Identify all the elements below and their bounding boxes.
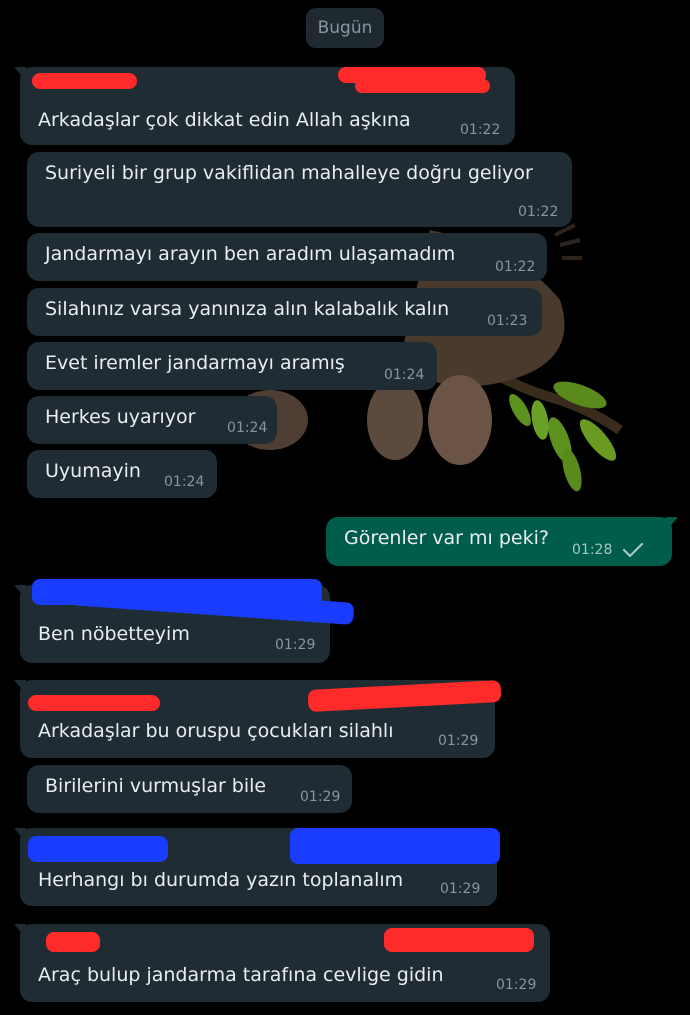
message-text: Birilerini vurmuşlar bile bbox=[45, 775, 267, 797]
redaction-name bbox=[46, 932, 100, 952]
message-bubble[interactable]: Arkadaşlar bu oruspu çocukları silahlı 0… bbox=[20, 679, 502, 758]
message-text: Silahınız varsa yanınıza alın kalabalık … bbox=[45, 298, 450, 320]
message-text: Evet iremler jandarmayı aramış bbox=[45, 352, 345, 374]
redaction-phone bbox=[290, 828, 500, 864]
message-time: 01:29 bbox=[440, 881, 481, 897]
message-bubble[interactable]: Araç bulup jandarma tarafına cevlige gid… bbox=[20, 924, 550, 1002]
redaction-phone bbox=[307, 679, 502, 713]
redaction-phone bbox=[355, 79, 490, 93]
message-bubble-outgoing[interactable]: Görenler var mı peki? 01:28 bbox=[326, 517, 672, 566]
redaction-name bbox=[28, 695, 160, 711]
chat-screen: Bugün Arkadaşlar çok dikkat edin Allah a… bbox=[0, 0, 690, 1015]
message-bubble[interactable]: Evet iremler jandarmayı aramış 01:24 bbox=[27, 342, 437, 390]
message-text: Herhangı bı durumda yazın toplanalım bbox=[38, 869, 404, 891]
message-time: 01:22 bbox=[495, 259, 536, 275]
message-time: 01:22 bbox=[518, 204, 559, 220]
message-time: 01:28 bbox=[572, 542, 613, 558]
redaction-name bbox=[28, 836, 168, 862]
message-text: Arkadaşlar bu oruspu çocukları silahlı bbox=[38, 720, 394, 742]
message-bubble[interactable]: Ben nöbetteyim 01:29 bbox=[20, 579, 355, 663]
message-time: 01:29 bbox=[496, 977, 537, 993]
message-bubble[interactable]: Jandarmayı arayın ben aradım ulaşamadım … bbox=[27, 233, 547, 281]
date-separator: Bugün bbox=[306, 8, 384, 48]
redaction-name bbox=[32, 73, 137, 89]
message-time: 01:23 bbox=[487, 313, 528, 329]
message-bubble[interactable]: Arkadaşlar çok dikkat edin Allah aşkına … bbox=[20, 67, 515, 145]
message-text: Araç bulup jandarma tarafına cevlige gid… bbox=[38, 964, 444, 986]
message-time: 01:29 bbox=[438, 733, 479, 749]
message-time: 01:29 bbox=[275, 637, 316, 653]
message-text: Arkadaşlar çok dikkat edin Allah aşkına bbox=[38, 109, 411, 131]
message-bubble[interactable]: Birilerini vurmuşlar bile 01:29 bbox=[27, 765, 352, 813]
message-text: Görenler var mı peki? bbox=[344, 527, 549, 549]
message-time: 01:24 bbox=[164, 474, 205, 490]
message-bubble[interactable]: Uyumayin 01:24 bbox=[27, 450, 217, 498]
message-bubble[interactable]: Suriyeli bir grup vakiflidan mahalleye d… bbox=[27, 152, 572, 227]
message-bubble[interactable]: Herhangı bı durumda yazın toplanalım 01:… bbox=[20, 828, 500, 906]
message-bubble[interactable]: Silahınız varsa yanınıza alın kalabalık … bbox=[27, 288, 542, 336]
check-icon bbox=[622, 542, 644, 558]
message-text: Suriyeli bir grup vakiflidan mahalleye d… bbox=[45, 162, 533, 184]
message-text: Jandarmayı arayın ben aradım ulaşamadım bbox=[45, 243, 456, 265]
message-text: Uyumayin bbox=[45, 460, 141, 482]
redaction-phone bbox=[384, 928, 534, 952]
message-bubble[interactable]: Herkes uyarıyor 01:24 bbox=[27, 396, 277, 444]
message-time: 01:24 bbox=[227, 420, 268, 436]
message-time: 01:29 bbox=[300, 789, 341, 805]
message-text: Ben nöbetteyim bbox=[38, 623, 190, 645]
message-time: 01:22 bbox=[460, 122, 501, 138]
message-time: 01:24 bbox=[384, 367, 425, 383]
message-text: Herkes uyarıyor bbox=[45, 406, 196, 428]
